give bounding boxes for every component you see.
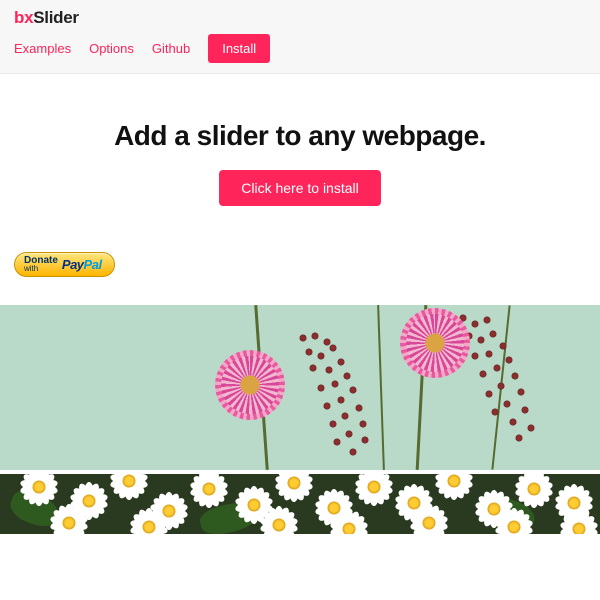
donate-region: Donate with PayPal	[14, 250, 600, 277]
logo-suffix: Slider	[33, 8, 78, 27]
donate-text: Donate with	[24, 256, 58, 273]
install-cta-button[interactable]: Click here to install	[219, 170, 381, 206]
hero: Add a slider to any webpage. Click here …	[0, 74, 600, 226]
slider	[0, 305, 600, 534]
nav-examples[interactable]: Examples	[14, 41, 71, 56]
logo-prefix: bx	[14, 8, 33, 27]
slide-2-image	[0, 474, 600, 534]
logo: bxSlider	[14, 8, 586, 28]
header: bxSlider Examples Options Github Install	[0, 0, 600, 74]
nav-github[interactable]: Github	[152, 41, 190, 56]
paypal-donate-button[interactable]: Donate with PayPal	[14, 252, 115, 277]
slide-1-image	[0, 305, 600, 470]
nav-options[interactable]: Options	[89, 41, 134, 56]
hero-headline: Add a slider to any webpage.	[20, 120, 580, 152]
nav-install-button[interactable]: Install	[208, 34, 270, 63]
nav: Examples Options Github Install	[14, 34, 586, 63]
paypal-logo: PayPal	[62, 257, 102, 272]
